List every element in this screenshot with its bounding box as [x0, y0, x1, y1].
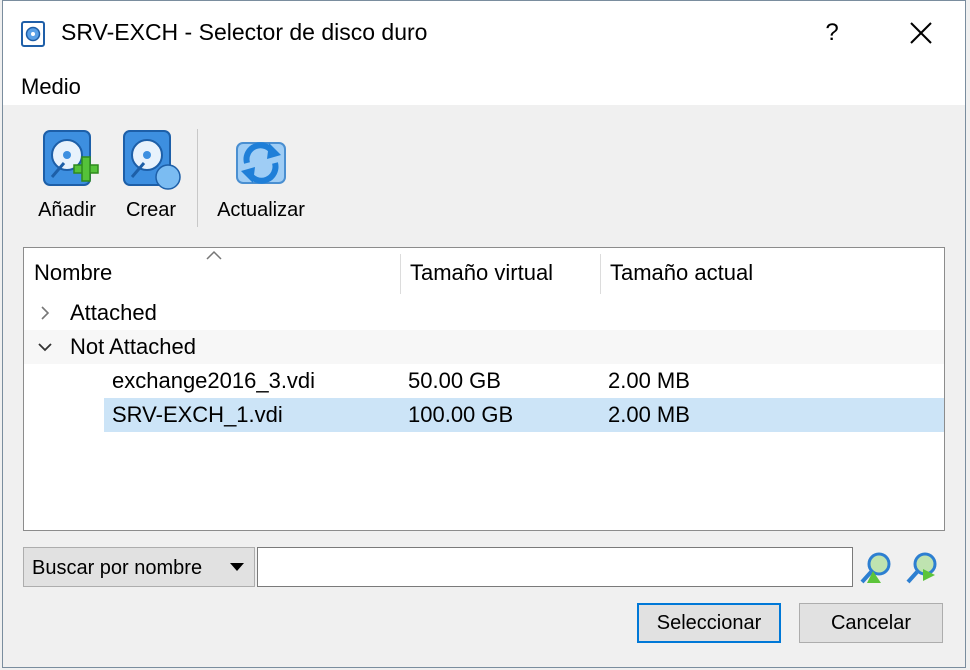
disk-add-icon: [43, 130, 99, 186]
disk-create-icon: [123, 130, 181, 190]
cancel-button[interactable]: Cancelar: [799, 603, 943, 643]
refresh-icon: [236, 142, 286, 184]
dropdown-arrow-icon: [230, 563, 244, 571]
search-backward-icon[interactable]: [859, 551, 893, 585]
search-input[interactable]: [257, 547, 853, 587]
title-bar: SRV-EXCH - Selector de disco duro ?: [3, 1, 965, 67]
group-label: Not Attached: [70, 334, 196, 359]
row-virtual-size: 100.00 GB: [408, 402, 514, 427]
create-button[interactable]: Crear: [113, 129, 189, 222]
row-actual-size: 2.00 MB: [608, 402, 690, 427]
hard-disk-selector-dialog: SRV-EXCH - Selector de disco duro ? Medi…: [2, 0, 966, 668]
window-title: SRV-EXCH - Selector de disco duro: [61, 19, 428, 45]
group-label: Attached: [70, 300, 157, 325]
refresh-button[interactable]: Actualizar: [209, 129, 313, 222]
group-row-not-attached[interactable]: Not Attached: [24, 330, 944, 364]
disk-icon: [21, 21, 45, 47]
table-header: Nombre Tamaño virtual Tamaño actual: [24, 248, 944, 296]
table-row[interactable]: exchange2016_3.vdi 50.00 GB 2.00 MB: [24, 364, 944, 398]
search-mode-select[interactable]: Buscar por nombre: [23, 547, 255, 587]
row-virtual-size: 50.00 GB: [408, 368, 501, 393]
select-button[interactable]: Seleccionar: [637, 603, 781, 643]
toolbar: Añadir Crear Actualizar: [3, 105, 965, 235]
column-header-name[interactable]: Nombre: [24, 248, 400, 296]
column-header-actual-size[interactable]: Tamaño actual: [600, 248, 944, 296]
toolbar-separator: [197, 129, 198, 227]
chevron-right-icon[interactable]: [38, 306, 52, 320]
search-forward-icon[interactable]: [905, 551, 939, 585]
row-actual-size: 2.00 MB: [608, 368, 690, 393]
row-name: exchange2016_3.vdi: [112, 368, 316, 393]
menu-medio[interactable]: Medio: [21, 74, 81, 100]
group-row-attached[interactable]: Attached: [24, 296, 944, 330]
create-label: Crear: [125, 199, 176, 221]
table-row-selected[interactable]: SRV-EXCH_1.vdi 100.00 GB 2.00 MB: [24, 398, 944, 432]
column-header-virtual-size[interactable]: Tamaño virtual: [400, 248, 600, 296]
add-label: Añadir: [38, 199, 96, 221]
media-tree: Nombre Tamaño virtual Tamaño actual Atta…: [23, 247, 945, 531]
menu-bar: Medio: [3, 67, 965, 105]
close-icon[interactable]: [899, 11, 943, 55]
search-mode-label: Buscar por nombre: [32, 557, 203, 579]
add-button[interactable]: Añadir: [27, 129, 107, 222]
chevron-down-icon[interactable]: [38, 340, 52, 354]
row-name: SRV-EXCH_1.vdi: [112, 402, 283, 427]
help-button[interactable]: ?: [815, 13, 849, 53]
refresh-label: Actualizar: [217, 199, 305, 221]
